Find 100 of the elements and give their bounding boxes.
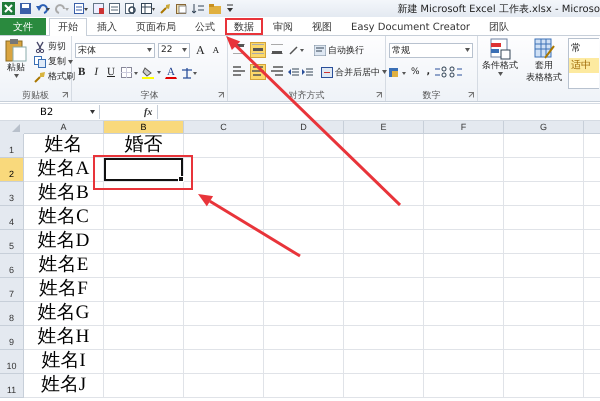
file-tab[interactable]: 文件 bbox=[0, 18, 46, 35]
table-cell-text: 姓名C bbox=[37, 206, 90, 229]
brush-icon[interactable] bbox=[160, 3, 171, 14]
percent-button[interactable]: % bbox=[408, 64, 423, 80]
increase-decimal-icon[interactable] bbox=[434, 66, 448, 78]
increase-indent-icon[interactable] bbox=[302, 66, 313, 78]
cell-style-item[interactable]: 常 bbox=[569, 41, 599, 56]
window-title: 新建 Microsoft Excel 工作表.xlsx - Microso bbox=[397, 2, 600, 16]
row-header[interactable]: 5 bbox=[0, 230, 24, 254]
column-header[interactable]: C bbox=[184, 121, 264, 134]
dialog-launcher-icon[interactable] bbox=[468, 92, 474, 98]
row-header[interactable]: 8 bbox=[0, 302, 24, 326]
row-header[interactable]: 7 bbox=[0, 278, 24, 302]
copy-button[interactable]: 复制 bbox=[33, 55, 76, 68]
excel-logo-icon[interactable] bbox=[2, 2, 15, 15]
fill-color-icon[interactable] bbox=[142, 66, 162, 78]
format-as-table-button[interactable]: 套用 表格格式 bbox=[524, 38, 564, 89]
shrink-font-button[interactable]: A bbox=[210, 42, 222, 58]
dialog-launcher-icon[interactable] bbox=[218, 92, 224, 98]
table-cell-text: 姓名 bbox=[44, 134, 84, 157]
column-header[interactable]: B bbox=[104, 121, 184, 134]
column-header[interactable]: D bbox=[264, 121, 344, 134]
decrease-indent-icon[interactable] bbox=[288, 66, 299, 78]
sort-icon[interactable] bbox=[192, 3, 204, 14]
conditional-formatting-button[interactable]: 条件格式 bbox=[480, 38, 520, 89]
dialog-launcher-icon[interactable] bbox=[376, 92, 382, 98]
vertical-align-icon bbox=[271, 44, 283, 54]
row-header[interactable]: 6 bbox=[0, 254, 24, 278]
vertical-align-icon bbox=[252, 44, 264, 54]
ribbon-tab[interactable]: Easy Document Creator bbox=[342, 18, 480, 35]
ribbon-tab[interactable]: 视图 bbox=[303, 18, 341, 35]
font-color-button[interactable]: A bbox=[164, 65, 177, 79]
underline-button[interactable]: U bbox=[104, 64, 118, 80]
accounting-format-icon[interactable] bbox=[389, 66, 407, 78]
dropdown-arrow-icon bbox=[90, 110, 95, 114]
font-size-field[interactable]: 22 bbox=[158, 42, 190, 58]
group-label: 剪贴板 bbox=[22, 90, 49, 102]
dropdown-arrow-icon bbox=[465, 48, 470, 52]
row-header[interactable]: 2 bbox=[0, 158, 24, 182]
print-preview-icon[interactable] bbox=[125, 3, 136, 14]
row-header[interactable]: 11 bbox=[0, 374, 24, 398]
cell-style-item[interactable]: 适中 bbox=[569, 58, 599, 73]
format-painter-button[interactable]: 格式刷 bbox=[33, 70, 76, 83]
undo-icon[interactable] bbox=[36, 3, 50, 14]
font-name-field[interactable]: 宋体 bbox=[75, 42, 155, 58]
merge-center-button[interactable]: 合并后居中 bbox=[320, 66, 388, 78]
table-icon[interactable] bbox=[74, 3, 88, 14]
clipboard-icon[interactable] bbox=[176, 3, 187, 14]
italic-button[interactable]: I bbox=[91, 64, 102, 80]
column-header[interactable]: G bbox=[504, 121, 584, 134]
document-icon[interactable] bbox=[109, 3, 120, 14]
insert-function-button[interactable]: fx bbox=[144, 106, 152, 118]
bold-button[interactable]: B bbox=[75, 64, 88, 80]
row-header[interactable]: 1 bbox=[0, 134, 24, 158]
row-header[interactable]: 3 bbox=[0, 182, 24, 206]
row-header[interactable]: 9 bbox=[0, 326, 24, 350]
row-header[interactable]: 4 bbox=[0, 206, 24, 230]
save-icon[interactable] bbox=[20, 3, 31, 14]
ribbon-tab[interactable]: 页面布局 bbox=[127, 18, 185, 35]
ribbon-tab[interactable]: 审阅 bbox=[264, 18, 302, 35]
table-cell-text: 婚否 bbox=[124, 134, 164, 157]
decrease-decimal-icon[interactable] bbox=[448, 66, 463, 78]
column-header[interactable]: A bbox=[24, 121, 104, 134]
ribbon-tab[interactable]: 插入 bbox=[88, 18, 126, 35]
dropdown-arrow-icon bbox=[14, 74, 18, 78]
table-cell-text: 姓名G bbox=[36, 302, 90, 325]
conditional-format-icon bbox=[489, 38, 511, 60]
row-header[interactable]: 10 bbox=[0, 350, 24, 374]
ribbon-tab[interactable]: 数据 bbox=[225, 18, 263, 35]
sheet-icon[interactable] bbox=[93, 3, 104, 14]
number-format-field[interactable]: 常规 bbox=[389, 42, 473, 58]
dropdown-arrow-icon bbox=[68, 60, 73, 64]
scissors-icon bbox=[34, 40, 46, 52]
vertical-align-button[interactable] bbox=[250, 42, 266, 58]
active-cell[interactable] bbox=[104, 158, 183, 181]
cut-button[interactable]: 剪切 bbox=[33, 40, 76, 53]
phonetic-guide-icon[interactable] bbox=[180, 66, 198, 78]
table-cell-text: 姓名I bbox=[40, 350, 87, 373]
dropdown-arrow-icon bbox=[182, 48, 187, 52]
grow-font-button[interactable]: A bbox=[193, 42, 208, 58]
dropdown-arrow-icon bbox=[498, 72, 502, 76]
table-format-icon bbox=[533, 38, 555, 60]
group-label: 字体 bbox=[140, 90, 158, 102]
comma-style-button[interactable]: , bbox=[424, 64, 433, 80]
borders-icon[interactable] bbox=[120, 66, 139, 78]
grid-icon[interactable] bbox=[141, 3, 155, 14]
ribbon-tab[interactable]: 团队 bbox=[480, 18, 518, 35]
column-header[interactable]: F bbox=[424, 121, 504, 134]
dropdown-arrow-icon bbox=[382, 70, 387, 74]
ribbon-tab[interactable]: 开始 bbox=[49, 18, 87, 36]
dialog-launcher-icon[interactable] bbox=[62, 92, 68, 98]
customize-menu-icon[interactable] bbox=[226, 3, 234, 14]
column-header[interactable]: E bbox=[344, 121, 424, 134]
paste-button[interactable]: 粘贴 bbox=[3, 38, 29, 89]
folder-icon[interactable] bbox=[209, 3, 221, 14]
wrap-text-button[interactable]: 自动换行 bbox=[313, 44, 365, 56]
text-orientation-icon[interactable] bbox=[288, 44, 304, 56]
horizontal-align-icon bbox=[252, 66, 264, 76]
ribbon-tab[interactable]: 公式 bbox=[186, 18, 224, 35]
name-box[interactable]: B2 bbox=[0, 105, 100, 119]
